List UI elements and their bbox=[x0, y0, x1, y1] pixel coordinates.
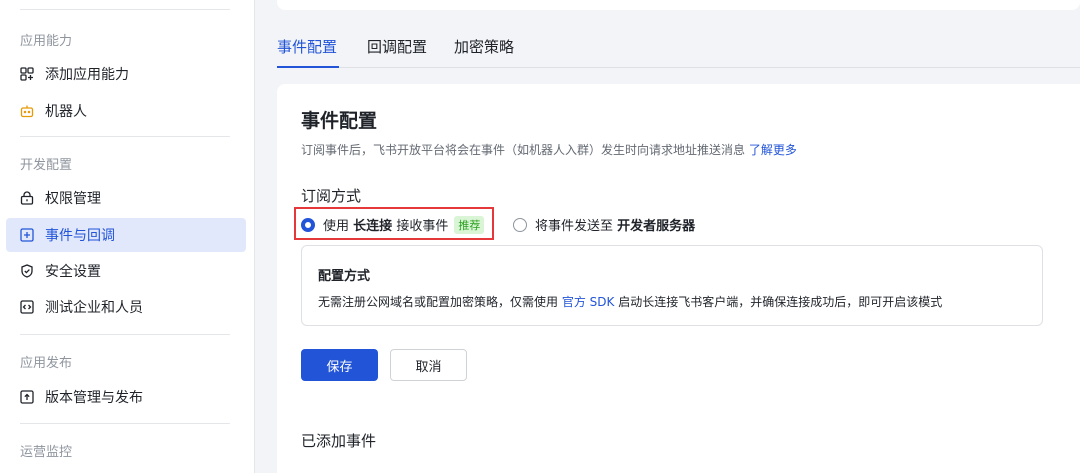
official-sdk-link[interactable]: 官方 SDK bbox=[562, 295, 615, 309]
sidebar-item-robot[interactable]: 机器人 bbox=[6, 94, 246, 128]
sidebar-section-app-capability: 应用能力 bbox=[20, 34, 73, 49]
tab-bar: 事件配置 回调配置 加密策略 bbox=[277, 28, 1080, 68]
lock-icon bbox=[20, 191, 34, 205]
description-text: 订阅事件后，飞书开放平台将会在事件（如机器人入群）发生时向请求地址推送消息 bbox=[301, 143, 746, 157]
page-title: 事件配置 bbox=[301, 110, 378, 132]
tab-event-config[interactable]: 事件配置 bbox=[277, 36, 337, 57]
code-icon bbox=[20, 300, 34, 314]
sidebar-section-app-release: 应用发布 bbox=[20, 356, 73, 371]
sidebar-section-ops-monitor: 运营监控 bbox=[20, 445, 73, 460]
cancel-button[interactable]: 取消 bbox=[390, 349, 467, 381]
option-bold-text: 开发者服务器 bbox=[617, 219, 696, 234]
sidebar-item-permissions[interactable]: 权限管理 bbox=[6, 181, 246, 215]
config-method-box: 配置方式 无需注册公网域名或配置加密策略，仅需使用 官方 SDK 启动长连接飞书… bbox=[301, 245, 1043, 326]
radio-unselected-icon bbox=[513, 217, 527, 232]
tab-callback-config[interactable]: 回调配置 bbox=[367, 36, 427, 57]
option-text: 接收事件 bbox=[396, 219, 449, 234]
tab-active-underline bbox=[277, 66, 339, 68]
sidebar-divider bbox=[20, 334, 230, 335]
save-button[interactable]: 保存 bbox=[301, 349, 378, 381]
event-config-card: 事件配置 订阅事件后，飞书开放平台将会在事件（如机器人入群）发生时向请求地址推送… bbox=[277, 84, 1080, 473]
sidebar-item-label: 安全设置 bbox=[45, 264, 101, 280]
sidebar-item-add-capability[interactable]: 添加应用能力 bbox=[6, 57, 246, 91]
option-text: 将事件发送至 bbox=[535, 219, 614, 234]
sidebar-item-security[interactable]: 安全设置 bbox=[6, 254, 246, 288]
sidebar-item-label: 权限管理 bbox=[45, 191, 101, 207]
sidebar-item-label: 事件与回调 bbox=[45, 228, 115, 244]
option-text: 使用 bbox=[323, 219, 350, 234]
sidebar-divider bbox=[20, 423, 230, 424]
sidebar-item-version-release[interactable]: 版本管理与发布 bbox=[6, 380, 246, 414]
robot-icon bbox=[20, 104, 34, 118]
sidebar-item-test-enterprise[interactable]: 测试企业和人员 bbox=[6, 290, 246, 324]
sidebar-item-label: 版本管理与发布 bbox=[45, 390, 143, 406]
sidebar: 应用能力 添加应用能力 机器人 开发配置 权限管理 事件与回调 安全设置 测试企… bbox=[0, 0, 255, 473]
learn-more-link[interactable]: 了解更多 bbox=[749, 143, 797, 157]
sidebar-item-events-callbacks[interactable]: 事件与回调 bbox=[6, 218, 246, 252]
config-method-desc: 无需注册公网域名或配置加密策略，仅需使用 官方 SDK 启动长连接飞书客户端，并… bbox=[318, 293, 942, 310]
radio-selected-icon bbox=[301, 217, 315, 232]
app-grid-icon bbox=[20, 67, 34, 81]
radio-long-connection[interactable]: 使用 长连接 接收事件 推荐 bbox=[301, 215, 485, 234]
added-events-title: 已添加事件 bbox=[301, 432, 377, 450]
upload-icon bbox=[20, 390, 34, 404]
sidebar-section-dev-config: 开发配置 bbox=[20, 158, 73, 173]
radio-developer-server[interactable]: 将事件发送至 开发者服务器 bbox=[513, 215, 695, 234]
page-description: 订阅事件后，飞书开放平台将会在事件（如机器人入群）发生时向请求地址推送消息 了解… bbox=[301, 141, 797, 158]
config-desc-text: 启动长连接飞书客户端，并确保连接成功后，即可开启该模式 bbox=[618, 295, 943, 309]
shield-icon bbox=[20, 264, 34, 278]
config-method-title: 配置方式 bbox=[318, 269, 371, 284]
sidebar-divider bbox=[20, 9, 230, 10]
sidebar-item-label: 机器人 bbox=[45, 104, 87, 120]
sidebar-item-label: 测试企业和人员 bbox=[45, 300, 143, 316]
sidebar-item-label: 添加应用能力 bbox=[45, 67, 129, 83]
config-desc-text: 无需注册公网域名或配置加密策略，仅需使用 bbox=[318, 295, 559, 309]
event-icon bbox=[20, 228, 34, 242]
subscribe-method-title: 订阅方式 bbox=[301, 187, 362, 205]
top-card bbox=[277, 0, 1080, 10]
tab-encryption-policy[interactable]: 加密策略 bbox=[454, 36, 514, 57]
recommend-badge: 推荐 bbox=[454, 215, 485, 234]
sidebar-divider bbox=[20, 136, 230, 137]
option-bold-text: 长连接 bbox=[353, 219, 393, 234]
